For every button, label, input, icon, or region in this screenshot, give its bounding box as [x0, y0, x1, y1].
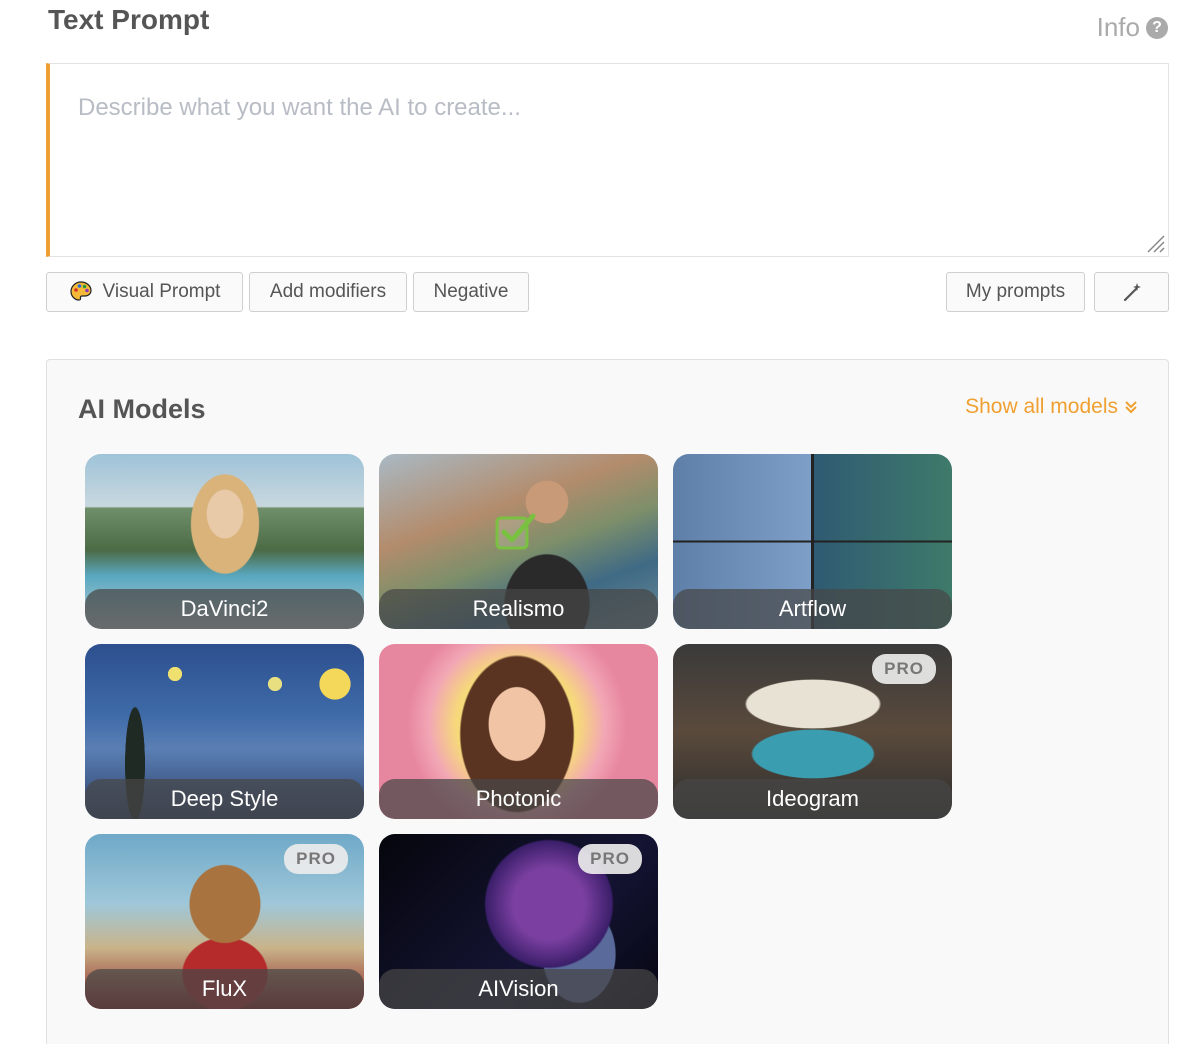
model-name: Artflow	[673, 589, 952, 629]
pro-badge: PRO	[284, 844, 348, 874]
pro-badge: PRO	[872, 654, 936, 684]
page: Text Prompt Info ? Visual Prompt Add mod…	[0, 0, 1200, 1044]
resize-grip-icon[interactable]	[1144, 232, 1166, 254]
magic-wand-icon	[1123, 283, 1141, 302]
ai-models-panel: AI Models Show all models DaVinci2 Reali…	[46, 359, 1169, 1044]
model-name: Realismo	[379, 589, 658, 629]
model-name: AIVision	[379, 969, 658, 1009]
model-name: DaVinci2	[85, 589, 364, 629]
model-card-ideogram[interactable]: PRO Ideogram	[673, 644, 952, 819]
negative-label: Negative	[433, 281, 509, 302]
my-prompts-label: My prompts	[965, 281, 1066, 302]
model-name: Photonic	[379, 779, 658, 819]
model-card-aivision[interactable]: PRO AIVision	[379, 834, 658, 1009]
question-circle-icon: ?	[1146, 16, 1168, 39]
model-card-artflow[interactable]: Artflow	[673, 454, 952, 629]
prompt-textarea[interactable]	[50, 64, 1168, 256]
model-card-realismo[interactable]: Realismo	[379, 454, 658, 629]
model-card-davinci2[interactable]: DaVinci2	[85, 454, 364, 629]
my-prompts-button[interactable]: My prompts	[946, 272, 1085, 312]
info-link[interactable]: Info ?	[1097, 12, 1168, 43]
info-label: Info	[1096, 12, 1140, 42]
model-card-deep-style[interactable]: Deep Style	[85, 644, 364, 819]
page-title: Text Prompt	[48, 4, 210, 35]
show-all-models-link[interactable]: Show all models	[965, 395, 1138, 419]
model-card-flux[interactable]: PRO FluX	[85, 834, 364, 1009]
model-card-photonic[interactable]: Photonic	[379, 644, 658, 819]
magic-wand-button[interactable]	[1094, 272, 1169, 312]
prompt-box	[46, 63, 1169, 257]
model-grid: DaVinci2 Realismo Artflow Deep Style Pho…	[85, 454, 952, 1009]
negative-button[interactable]: Negative	[413, 272, 529, 312]
checkmark-icon	[495, 513, 536, 550]
visual-prompt-label: Visual Prompt	[102, 281, 221, 302]
palette-icon	[69, 281, 92, 301]
double-chevron-down-icon	[1125, 401, 1137, 414]
pro-badge: PRO	[578, 844, 642, 874]
show-all-models-label: Show all models	[965, 395, 1118, 418]
add-modifiers-label: Add modifiers	[269, 281, 387, 302]
ai-models-title: AI Models	[78, 394, 206, 424]
model-name: FluX	[85, 969, 364, 1009]
visual-prompt-button[interactable]: Visual Prompt	[46, 272, 243, 312]
model-name: Deep Style	[85, 779, 364, 819]
model-name: Ideogram	[673, 779, 952, 819]
add-modifiers-button[interactable]: Add modifiers	[249, 272, 407, 312]
